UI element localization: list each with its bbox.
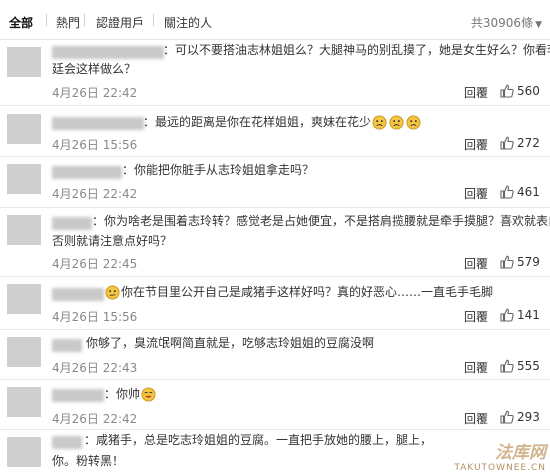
total-count-label: 共30906條 xyxy=(470,16,534,30)
total-count[interactable]: 共30906條 ▼ xyxy=(471,14,542,31)
avatar[interactable] xyxy=(7,164,41,194)
like-button[interactable]: 293 xyxy=(500,410,540,424)
comment-time: 4月26日 22:45 xyxy=(52,257,138,271)
comment-text-body: 你在节目里公开自己是咸猪手这样好吗？真的好恶心……一直毛手毛脚 xyxy=(121,285,494,299)
like-button[interactable]: 555 xyxy=(500,359,540,373)
comment-time: 4月26日 22:42 xyxy=(52,412,138,426)
comment-text: ：你能把你脏手从志玲姐姐拿走吗？ xyxy=(122,163,315,177)
comment-time: 4月26日 15:56 xyxy=(52,138,138,152)
like-button[interactable]: 579 xyxy=(500,255,540,269)
like-button[interactable]: 560 xyxy=(500,84,540,98)
username-blurred[interactable] xyxy=(52,166,122,179)
avatar[interactable] xyxy=(7,284,41,314)
reply-button[interactable]: 回覆 xyxy=(464,84,488,101)
tab-divider xyxy=(84,14,85,26)
thumbs-up-icon xyxy=(500,255,514,269)
reply-button[interactable]: 回覆 xyxy=(464,359,488,376)
thumbs-up-icon xyxy=(500,84,514,98)
comment-item: 你在节目里公开自己是咸猪手这样好吗？真的好恶心……一直毛手毛脚 4月26日 15… xyxy=(0,278,550,328)
username-blurred[interactable] xyxy=(52,46,164,59)
comment-text: ：你为啥老是围着志玲转？感觉老是占她便宜，不是搭肩揽腰就是牵手摸腿？喜欢就表白， xyxy=(92,214,550,228)
thumbs-up-icon xyxy=(500,359,514,373)
comment-text: ：你帅 xyxy=(104,385,157,404)
comment-item: 你够了，臭流氓啊简直就是，吃够志玲姐姐的豆腐没啊 4月26日 22:43 回覆 … xyxy=(0,331,550,379)
like-button[interactable]: 461 xyxy=(500,185,540,199)
avatar[interactable] xyxy=(7,337,41,367)
tab-following[interactable]: 關注的人 xyxy=(164,14,212,31)
divider xyxy=(0,329,550,330)
tab-all[interactable]: 全部 xyxy=(9,14,33,31)
username-blurred[interactable] xyxy=(52,436,82,449)
sad-face-icon xyxy=(372,115,387,130)
comment-time: 4月26日 22:42 xyxy=(52,86,138,100)
confused-face-icon xyxy=(105,285,120,300)
username-blurred[interactable] xyxy=(52,217,92,230)
reply-button[interactable]: 回覆 xyxy=(464,308,488,325)
like-count: 560 xyxy=(517,84,540,98)
comment-text: ：咸猪手，总是吃志玲姐姐的豆腐。一直把手放她的腰上，腿上， xyxy=(84,433,433,447)
like-button[interactable]: 272 xyxy=(500,136,540,150)
tab-hot[interactable]: 熱門 xyxy=(56,14,80,31)
comment-text: 你够了，臭流氓啊简直就是，吃够志玲姐姐的豆腐没啊 xyxy=(86,336,375,350)
comment-item: ：可以不要搭油志林姐姐么？大腿神马的别乱摸了，她是女生好么？你看李治 廷会这样做… xyxy=(0,41,550,111)
avatar[interactable] xyxy=(7,215,41,245)
thumbs-up-icon xyxy=(500,136,514,150)
thumbs-up-icon xyxy=(500,308,514,322)
comment-time: 4月26日 22:42 xyxy=(52,187,138,201)
username-blurred[interactable] xyxy=(52,117,144,130)
like-count: 555 xyxy=(517,359,540,373)
reply-button[interactable]: 回覆 xyxy=(464,136,488,153)
reply-button[interactable]: 回覆 xyxy=(464,410,488,427)
divider xyxy=(0,379,550,380)
like-button[interactable]: 141 xyxy=(500,308,540,322)
comment-item: ：你帅 4月26日 22:42 回覆 293 xyxy=(0,381,550,429)
avatar[interactable] xyxy=(7,114,41,144)
comment-text-continued: 你。粉转黑！ xyxy=(52,454,125,468)
comment-time: 4月26日 15:56 xyxy=(52,310,138,324)
like-count: 272 xyxy=(517,136,540,150)
sad-face-icon xyxy=(389,115,404,130)
comment-item: ：咸猪手，总是吃志玲姐姐的豆腐。一直把手放她的腰上，腿上， 你。粉转黑！ xyxy=(0,431,550,475)
avatar[interactable] xyxy=(7,47,41,77)
tab-divider xyxy=(46,14,47,26)
like-count: 293 xyxy=(517,410,540,424)
like-count: 461 xyxy=(517,185,540,199)
comment-item: ：你能把你脏手从志玲姐姐拿走吗？ 4月26日 22:42 回覆 461 xyxy=(0,158,550,206)
comment-text: ：可以不要搭油志林姐姐么？大腿神马的别乱摸了，她是女生好么？你看李治 xyxy=(163,43,550,57)
avatar[interactable] xyxy=(7,387,41,417)
divider xyxy=(0,207,550,208)
reply-button[interactable]: 回覆 xyxy=(464,185,488,202)
comment-time: 4月26日 22:43 xyxy=(52,361,138,375)
username-blurred[interactable] xyxy=(52,288,104,301)
avatar[interactable] xyxy=(7,437,41,467)
username-blurred[interactable] xyxy=(52,389,104,402)
divider xyxy=(0,156,550,157)
like-count: 141 xyxy=(517,308,540,322)
divider xyxy=(0,276,550,277)
comment-text: ：最远的距离是你在花样姐姐，爽妹在花少 xyxy=(143,113,422,132)
comment-text-body: ：最远的距离是你在花样姐姐，爽妹在花少 xyxy=(143,115,372,129)
comment-item: ：最远的距离是你在花样姐姐，爽妹在花少 4月26日 15:56 回覆 272 xyxy=(0,108,550,156)
tab-verified[interactable]: 認證用戶 xyxy=(96,14,144,31)
comment-item: ：你为啥老是围着志玲转？感觉老是占她便宜，不是搭肩揽腰就是牵手摸腿？喜欢就表白，… xyxy=(0,209,550,277)
sad-face-icon xyxy=(406,115,421,130)
comment-text-continued: 廷会这样做么？ xyxy=(52,62,137,76)
divider xyxy=(0,429,550,430)
thumbs-up-icon xyxy=(500,185,514,199)
chevron-down-icon: ▼ xyxy=(535,20,542,30)
username-blurred[interactable] xyxy=(52,339,82,352)
comment-text-continued: 否则就请注意点好吗？ xyxy=(52,234,173,248)
like-count: 579 xyxy=(517,255,540,269)
comment-text-body: ：你帅 xyxy=(104,387,141,401)
laughing-face-icon xyxy=(141,387,156,402)
reply-button[interactable]: 回覆 xyxy=(464,255,488,272)
thumbs-up-icon xyxy=(500,410,514,424)
comment-text: 你在节目里公开自己是咸猪手这样好吗？真的好恶心……一直毛手毛脚 xyxy=(104,283,493,302)
divider xyxy=(0,105,550,106)
tab-divider xyxy=(153,14,154,26)
comment-filter-tabs: 全部 熱門 認證用戶 關注的人 共30906條 ▼ xyxy=(0,0,550,40)
